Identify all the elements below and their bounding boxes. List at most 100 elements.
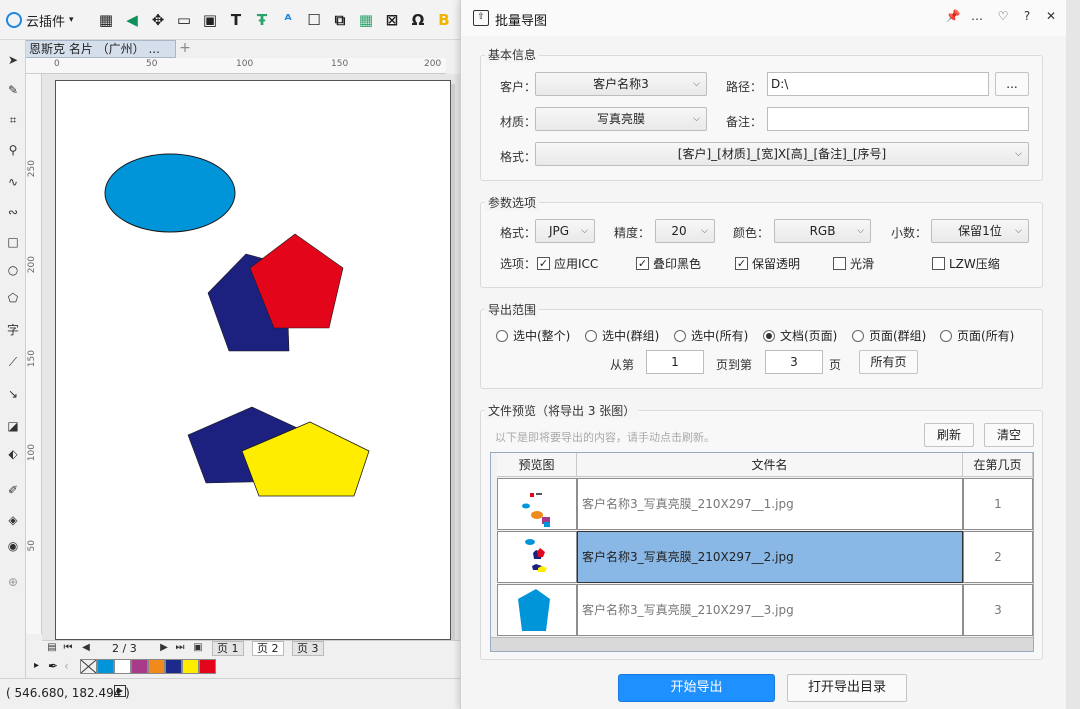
zoom-tool-icon[interactable]: ⚲	[3, 140, 23, 160]
document-tab[interactable]: 恩斯克 名片 （广州） ...	[24, 40, 176, 58]
copy-icon[interactable]: ☐	[304, 9, 324, 31]
start-export-button[interactable]: 开始导出	[618, 674, 775, 702]
radio-selected-whole[interactable]: 选中(整个)	[496, 327, 570, 344]
color-mode-select[interactable]: RGB ⌵	[774, 219, 871, 243]
document-page[interactable]	[55, 80, 451, 640]
add-page-icon[interactable]: ▣	[192, 642, 204, 653]
column-header-page[interactable]: 在第几页	[963, 453, 1033, 477]
table-row[interactable]: 客户名称3_写真亮膜_210X297__1.jpg 1	[497, 478, 1033, 530]
doc-pages-icon[interactable]: ▤	[46, 642, 58, 653]
add-tab-button[interactable]: +	[178, 40, 192, 58]
add-tool-icon[interactable]: ⊕	[3, 572, 23, 592]
to-page-input[interactable]: 3	[765, 350, 823, 374]
radio-page-group[interactable]: 页面(群组)	[852, 327, 926, 344]
status-play-icon[interactable]: ▶	[114, 685, 126, 697]
ellipse-tool-icon[interactable]: ○	[3, 260, 23, 280]
horizontal-scrollbar[interactable]	[491, 637, 1033, 651]
rectangle-tool-icon[interactable]: □	[3, 232, 23, 252]
browse-button[interactable]: ...	[995, 72, 1029, 96]
help-icon[interactable]: ?	[1019, 9, 1035, 23]
b-logo-icon[interactable]: B	[434, 9, 454, 31]
from-page-input[interactable]: 1	[646, 350, 704, 374]
swatch-navy[interactable]	[165, 659, 182, 674]
file-name-cell: 客户名称3_写真亮膜_210X297__3.jpg	[577, 584, 963, 636]
radio-selected-all-label: 选中(所有)	[691, 329, 749, 343]
radio-selected-group[interactable]: 选中(群组)	[585, 327, 659, 344]
connector-tool-icon[interactable]: ↘	[3, 384, 23, 404]
precision-select[interactable]: 20 ⌵	[655, 219, 715, 243]
line-tool-icon[interactable]: ⟋	[3, 352, 23, 372]
grid-icon[interactable]: ⧉	[330, 9, 350, 31]
k-logo-icon[interactable]: ▦	[96, 9, 116, 31]
brand-icon[interactable]: Ω	[408, 9, 428, 31]
column-header-preview[interactable]: 预览图	[497, 453, 577, 477]
swatch-white[interactable]	[114, 659, 131, 674]
text-tool-icon[interactable]: ▣	[200, 9, 220, 31]
page-tab-2[interactable]: 页 2	[252, 641, 284, 656]
pick-tool-icon[interactable]: ➤	[3, 50, 23, 70]
eyedropper-tool-icon[interactable]: ✐	[3, 480, 23, 500]
first-page-icon[interactable]: ⏮	[62, 642, 74, 653]
artistic-media-icon[interactable]: ∾	[3, 202, 23, 222]
text-fit-icon[interactable]: T	[226, 9, 246, 31]
search-icon[interactable]: ⊠	[382, 9, 402, 31]
crop-tool-icon[interactable]: ⌗	[3, 110, 23, 130]
cloud-plugin-menu[interactable]: 云插件 ▾	[6, 9, 74, 31]
figure-icon[interactable]: Ŧ	[252, 9, 272, 31]
shadow-tool-icon[interactable]: ◪	[3, 416, 23, 436]
image-icon[interactable]: ▭	[174, 9, 194, 31]
more-icon[interactable]: …	[969, 9, 985, 23]
refresh-button[interactable]: 刷新	[924, 423, 974, 447]
page-tab-3[interactable]: 页 3	[292, 641, 324, 656]
table-row[interactable]: 客户名称3_写真亮膜_210X297__3.jpg 3	[497, 584, 1033, 636]
palette-scroll-left-icon[interactable]: ‹	[64, 659, 69, 673]
radio-page-all[interactable]: 页面(所有)	[940, 327, 1014, 344]
ruler-v-label: 250	[27, 160, 37, 178]
radio-selected-all[interactable]: 选中(所有)	[674, 327, 748, 344]
table-row-selected[interactable]: 客户名称3_写真亮膜_210X297__2.jpg 2	[497, 531, 1033, 583]
all-pages-button[interactable]: 所有页	[859, 350, 918, 374]
swatch-yellow[interactable]	[182, 659, 199, 674]
smooth-checkbox[interactable]: 光滑	[833, 255, 874, 272]
lzw-compress-checkbox[interactable]: LZW压缩	[932, 255, 1000, 272]
node-icon[interactable]: ◀	[122, 9, 142, 31]
decimal-select[interactable]: 保留1位 ⌵	[931, 219, 1029, 243]
name-format-select[interactable]: [客户]_[材质]_[宽]X[高]_[备注]_[序号] ⌵	[535, 142, 1029, 166]
customer-select[interactable]: 客户名称3 ⌵	[535, 72, 707, 96]
image-format-select[interactable]: JPG ⌵	[535, 219, 595, 243]
swatch-magenta[interactable]	[131, 659, 148, 674]
swatch-cyan[interactable]	[97, 659, 114, 674]
clear-button[interactable]: 清空	[984, 423, 1034, 447]
swatch-orange[interactable]	[148, 659, 165, 674]
overprint-black-checkbox[interactable]: ✓ 叠印黑色	[636, 255, 701, 272]
prev-page-icon[interactable]: ◀	[80, 642, 92, 653]
smart-fill-icon[interactable]: ◉	[3, 536, 23, 556]
polygon-tool-icon[interactable]: ⬠	[3, 288, 23, 308]
no-color-swatch[interactable]	[80, 659, 97, 674]
frame-icon[interactable]: ✥	[148, 9, 168, 31]
next-page-icon[interactable]: ▶	[158, 642, 170, 653]
keep-transparency-checkbox[interactable]: ✓ 保留透明	[735, 255, 800, 272]
transparency-tool-icon[interactable]: ⬖	[3, 444, 23, 464]
eyedropper-icon[interactable]: ✒	[48, 659, 58, 673]
close-icon[interactable]: ✕	[1043, 9, 1059, 23]
freehand-tool-icon[interactable]: ∿	[3, 172, 23, 192]
apply-icc-checkbox[interactable]: ✓ 应用ICC	[537, 255, 598, 272]
path-input[interactable]: D:\	[767, 72, 989, 96]
palette-arrow-icon[interactable]: ▸	[34, 660, 39, 671]
shape-tool-icon[interactable]: ✎	[3, 80, 23, 100]
last-page-icon[interactable]: ⏭	[174, 642, 186, 653]
radio-document-pages[interactable]: 文档(页面)	[763, 327, 837, 344]
image-edit-icon[interactable]: ▦	[356, 9, 376, 31]
shield-icon[interactable]: ♡	[995, 9, 1011, 23]
swatch-red[interactable]	[199, 659, 216, 674]
page-tab-1[interactable]: 页 1	[212, 641, 244, 656]
text-tool-icon[interactable]: 字	[3, 320, 23, 340]
column-header-filename[interactable]: 文件名	[577, 453, 963, 477]
rectangle-icon[interactable]: ᴬ	[278, 9, 298, 31]
pin-icon[interactable]: 📌	[945, 9, 961, 23]
note-input[interactable]	[767, 107, 1029, 131]
material-select[interactable]: 写真亮膜 ⌵	[535, 107, 707, 131]
open-export-folder-button[interactable]: 打开导出目录	[787, 674, 907, 702]
fill-tool-icon[interactable]: ◈	[3, 510, 23, 530]
